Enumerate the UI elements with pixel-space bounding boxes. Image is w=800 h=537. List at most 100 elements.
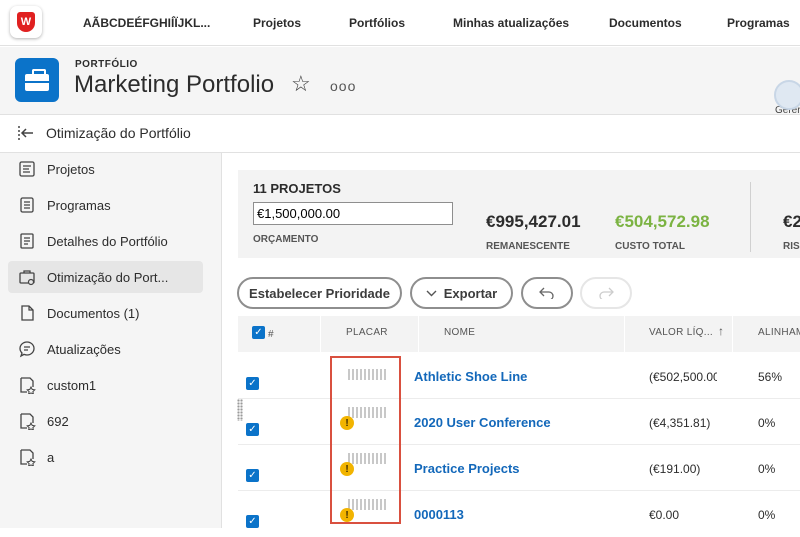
object-header: PORTFÓLIO Marketing Portfolio Gerer <box>0 47 800 116</box>
row-checkbox[interactable]: ✓ <box>246 377 259 390</box>
project-name-link[interactable]: Practice Projects <box>414 461 520 476</box>
alignment-value: 0% <box>758 416 776 430</box>
column-separator <box>418 316 419 352</box>
export-label: Exportar <box>443 285 498 301</box>
nav-item-alphabet[interactable]: AÃBCDEÉFGHIÍÏJKL... <box>83 16 210 30</box>
object-type-label: PORTFÓLIO <box>75 59 138 70</box>
column-header-number: # <box>268 329 274 340</box>
prioritize-button[interactable]: Estabelecer Prioridade <box>237 277 402 309</box>
nav-item-portfolios[interactable]: Portfólios <box>349 16 405 30</box>
alignment-value: 0% <box>758 508 776 522</box>
page-title: Marketing Portfolio <box>74 71 275 98</box>
budget-input[interactable] <box>253 202 453 225</box>
table-row[interactable]: ✓ ! 2020 User Conference (€4,351.81) 0% <box>238 399 800 445</box>
nav-item-documents[interactable]: Documentos <box>609 16 682 30</box>
row-checkbox[interactable]: ✓ <box>246 423 259 436</box>
project-name-link[interactable]: 0000113 <box>414 507 464 522</box>
alignment-value: 56% <box>758 370 783 384</box>
budget-label: ORÇAMENTO <box>253 234 319 245</box>
column-header-net-value[interactable]: VALOR LÍQ... <box>649 327 713 338</box>
custom-icon <box>18 376 36 394</box>
score-column-highlight <box>330 356 401 524</box>
details-icon <box>18 232 36 250</box>
sidebar-item-label: Otimização do Port... <box>47 269 169 285</box>
nav-item-my-updates[interactable]: Minhas atualizações <box>453 16 569 30</box>
project-count: 11 PROJETOS <box>253 181 341 196</box>
row-checkbox[interactable]: ✓ <box>246 515 259 528</box>
net-value: (€4,351.81) <box>649 416 711 430</box>
sidebar-item-label: custom1 <box>47 377 97 393</box>
redo-button[interactable] <box>580 277 632 309</box>
top-navigation: W AÃBCDEÉFGHIÍÏJKL... Projetos Portfólio… <box>0 0 800 46</box>
sidebar-item-label: Atualizações <box>47 341 121 357</box>
column-separator <box>624 316 625 352</box>
avatar[interactable] <box>774 80 800 110</box>
subheader-title: Otimização do Portfólio <box>46 125 191 141</box>
collapse-sidebar-icon[interactable] <box>17 126 35 143</box>
redo-icon <box>598 287 614 299</box>
total-cost-value: €504,572.98 <box>615 212 710 231</box>
undo-icon <box>539 287 555 299</box>
custom-icon <box>18 448 36 466</box>
remaining-label: REMANESCENTE <box>486 241 570 252</box>
sidebar-item-documents[interactable]: Documentos (1) <box>8 297 203 329</box>
table-row[interactable]: ✓ Athletic Shoe Line (€502,500.00) 56% <box>238 353 800 399</box>
undo-button[interactable] <box>521 277 573 309</box>
sidebar-item-692[interactable]: 692 <box>8 405 203 437</box>
risk-value: €2 <box>783 212 800 231</box>
sidebar-item-label: Detalhes do Portfólio <box>47 233 168 249</box>
sidebar-item-label: Documentos (1) <box>47 305 140 321</box>
net-value: (€502,500.00) <box>649 370 717 384</box>
column-separator <box>320 316 321 352</box>
sidebar-item-a[interactable]: a <box>8 441 203 473</box>
programs-icon <box>18 196 36 214</box>
row-drag-handle[interactable] <box>237 399 243 421</box>
app-logo[interactable]: W <box>10 6 42 38</box>
table-header: ✓ # PLACAR NOME VALOR LÍQ... ↑ ALINHAM <box>238 316 800 352</box>
favorite-star-icon[interactable]: ☆ <box>291 73 311 95</box>
shield-logo-icon: W <box>17 12 35 32</box>
nav-item-programs[interactable]: Programas <box>727 16 790 30</box>
sidebar-item-updates[interactable]: Atualizações <box>8 333 203 365</box>
sidebar-item-optimizer[interactable]: Otimização do Port... <box>8 261 203 293</box>
projects-icon <box>18 160 36 178</box>
sidebar-item-custom1[interactable]: custom1 <box>8 369 203 401</box>
net-value: €0.00 <box>649 508 680 522</box>
sort-ascending-icon[interactable]: ↑ <box>718 324 724 338</box>
budget-summary: 11 PROJETOS ORÇAMENTO €995,427.01 REMANE… <box>238 170 800 258</box>
sidebar-item-label: 692 <box>47 413 69 429</box>
custom-icon <box>18 412 36 430</box>
sidebar-item-details[interactable]: Detalhes do Portfólio <box>8 225 203 257</box>
column-header-score[interactable]: PLACAR <box>346 327 388 338</box>
sidebar: Projetos Programas Detalhes do Portfólio… <box>0 153 222 528</box>
page-subheader: Otimização do Portfólio <box>0 116 800 153</box>
row-checkbox[interactable]: ✓ <box>246 469 259 482</box>
alignment-value: 0% <box>758 462 776 476</box>
updates-icon <box>18 340 36 358</box>
sidebar-item-programs[interactable]: Programas <box>8 189 203 221</box>
optimizer-icon <box>18 268 36 286</box>
sidebar-item-label: Projetos <box>47 161 95 177</box>
export-button[interactable]: Exportar <box>410 277 513 309</box>
sidebar-item-projects[interactable]: Projetos <box>8 153 203 185</box>
sidebar-item-label: a <box>47 449 55 465</box>
column-header-name[interactable]: NOME <box>444 327 475 338</box>
more-options-icon[interactable]: ooo <box>330 78 356 94</box>
portfolio-icon <box>15 58 59 102</box>
column-header-alignment[interactable]: ALINHAM <box>758 327 800 338</box>
select-all-checkbox[interactable]: ✓ <box>252 326 265 339</box>
remaining-value: €995,427.01 <box>486 212 581 231</box>
document-icon <box>18 304 36 322</box>
project-name-link[interactable]: 2020 User Conference <box>414 415 551 430</box>
net-value: (€191.00) <box>649 462 701 476</box>
nav-item-projects[interactable]: Projetos <box>253 16 301 30</box>
table-row[interactable]: ✓ ! 0000113 €0.00 0% <box>238 491 800 537</box>
sidebar-item-label: Programas <box>47 197 111 213</box>
total-cost-label: CUSTO TOTAL <box>615 241 685 252</box>
summary-divider <box>750 182 751 252</box>
chevron-down-icon <box>426 290 437 297</box>
project-name-link[interactable]: Athletic Shoe Line <box>414 369 527 384</box>
table-row[interactable]: ✓ ! Practice Projects (€191.00) 0% <box>238 445 800 491</box>
column-separator <box>732 316 733 352</box>
risk-label: RISC <box>783 241 800 252</box>
